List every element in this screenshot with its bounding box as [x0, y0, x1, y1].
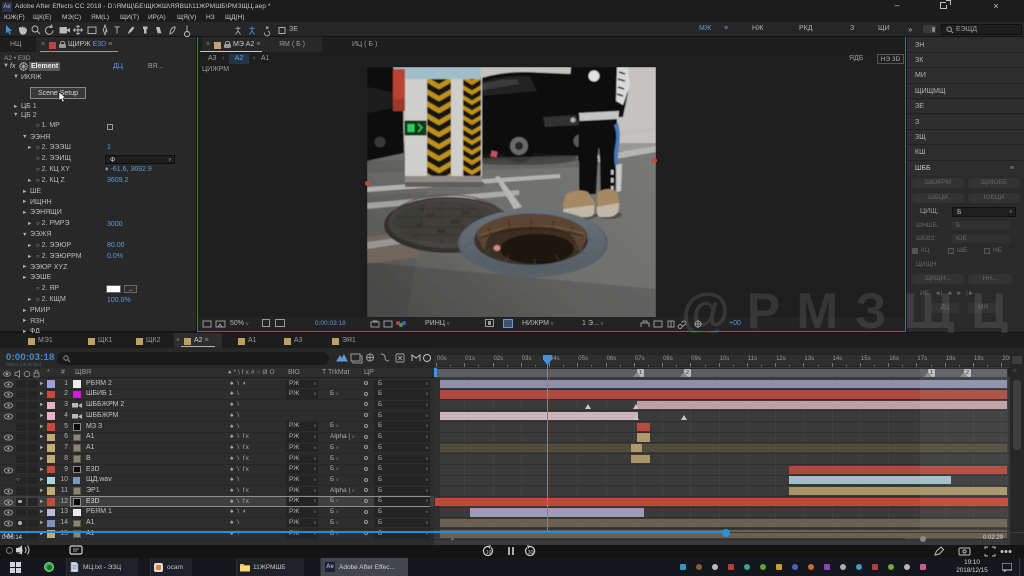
svg-text:10: 10 — [486, 550, 492, 556]
svg-text:30: 30 — [528, 550, 534, 556]
svg-text:T: T — [114, 26, 120, 37]
